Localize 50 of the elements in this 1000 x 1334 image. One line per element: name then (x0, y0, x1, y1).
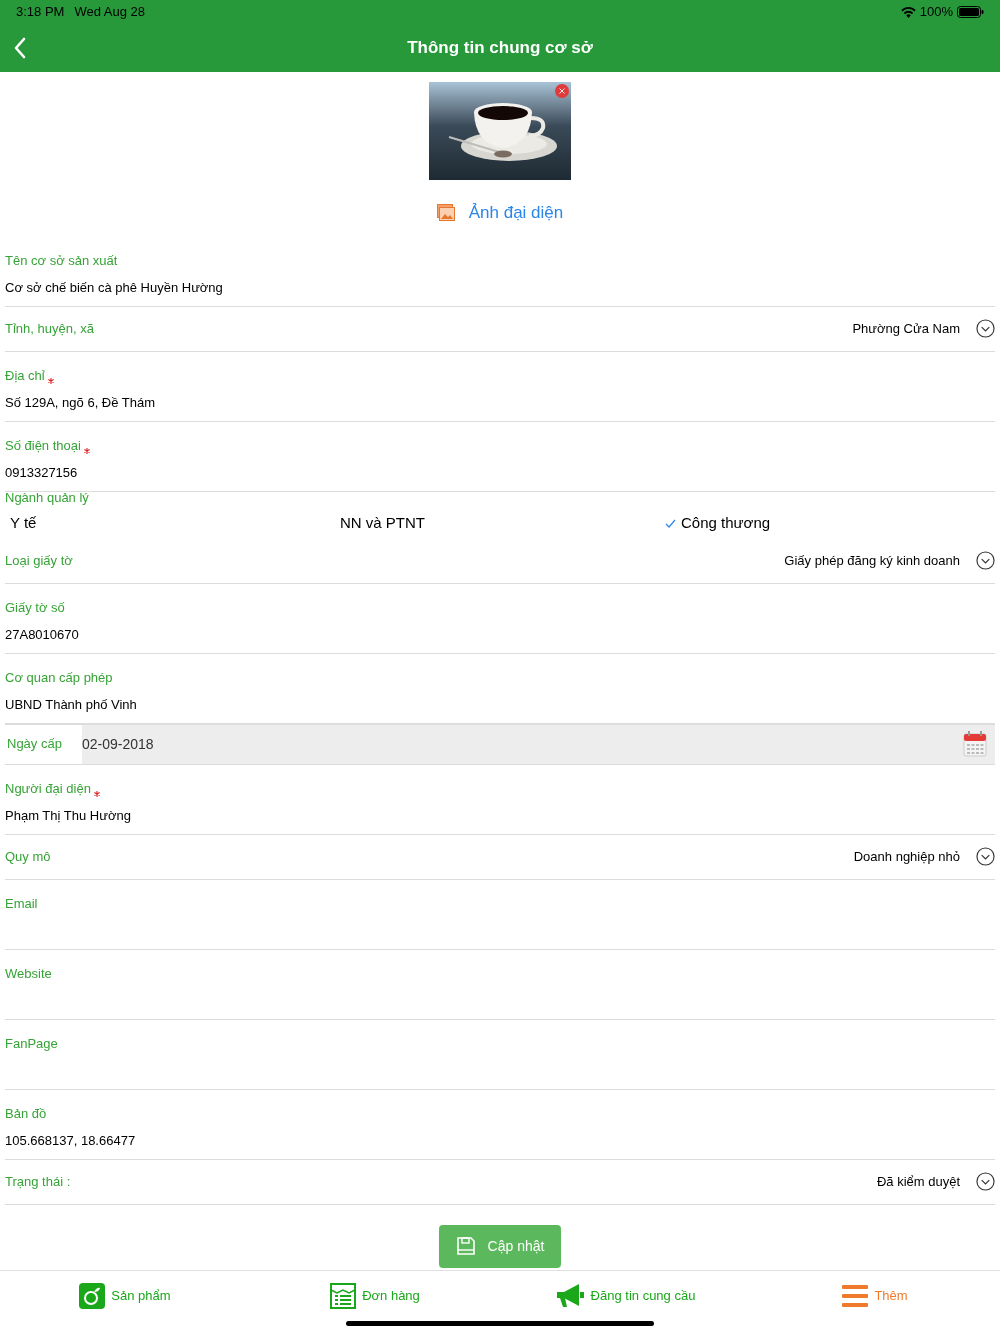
image-icon (436, 204, 455, 222)
input-field[interactable]: Phạm Thị Thu Hường (5, 800, 995, 831)
field-label: Ngành quản lý (5, 489, 89, 507)
menu-icon (842, 1285, 869, 1307)
field-label: Quy mô (5, 847, 51, 866)
option-button[interactable]: NN và PTNT (340, 511, 425, 535)
input-field[interactable]: 105.668137, 18.66477 (5, 1125, 995, 1156)
field-label: Trạng thái : (5, 1172, 71, 1191)
option-button[interactable]: Y tế (10, 511, 37, 535)
input-field[interactable]: UBND Thành phố Vinh (5, 689, 995, 720)
dropdown-icon[interactable] (976, 847, 995, 866)
field-label: FanPage (5, 1035, 58, 1053)
field-label: Website (5, 965, 52, 983)
field-label: Ngày cấp (7, 735, 62, 754)
field-label: Địa chỉ (5, 367, 45, 385)
close-icon (559, 88, 565, 94)
field-label: Loại giấy tờ (5, 551, 73, 570)
input-field[interactable]: Số 129A, ngõ 6, Đề Thám (5, 387, 995, 418)
field-label: Bản đồ (5, 1105, 47, 1123)
wifi-icon (900, 6, 916, 18)
calendar-icon[interactable] (963, 731, 987, 757)
page-title: Thông tin chung cơ sở (407, 37, 593, 60)
status-time: 3:18 PM (16, 3, 65, 22)
battery-icon (957, 6, 984, 18)
input-field[interactable]: Cơ sở chế biến cà phê Huyền Hường (5, 272, 995, 303)
battery-percent: 100% (919, 3, 953, 22)
field-label: Giấy tờ số (5, 599, 65, 617)
dropdown-icon[interactable] (976, 551, 995, 570)
apple-icon (79, 1283, 106, 1309)
megaphone-icon (554, 1283, 585, 1309)
order-list-icon (330, 1283, 357, 1309)
select-value[interactable]: Đã kiểm duyệt (876, 1171, 960, 1192)
input-field[interactable]: 0913327156 (5, 457, 995, 488)
select-value[interactable]: Doanh nghiệp nhỏ (853, 846, 960, 867)
field-label: Tỉnh, huyện, xã (5, 319, 94, 338)
save-icon (455, 1236, 476, 1256)
option-button[interactable]: Công thương (681, 511, 771, 535)
field-label: Số điện thoại (5, 437, 81, 455)
select-value[interactable]: Phường Cửa Nam (852, 318, 960, 339)
field-label: Email (5, 895, 38, 913)
date-value[interactable]: 02-09-2018 (82, 733, 154, 755)
status-date: Wed Aug 28 (74, 3, 145, 22)
avatar-link[interactable]: Ảnh đại diện (468, 200, 564, 226)
dropdown-icon[interactable] (976, 319, 995, 338)
field-label: Người đại diện (5, 780, 91, 798)
field-label: Tên cơ sở sản xuất (5, 252, 118, 270)
field-label: Cơ quan cấp phép (5, 669, 113, 687)
input-field[interactable]: 27A8010670 (5, 619, 995, 650)
dropdown-icon[interactable] (976, 1172, 995, 1191)
select-value[interactable]: Giấy phép đăng ký kinh doanh (784, 550, 960, 571)
